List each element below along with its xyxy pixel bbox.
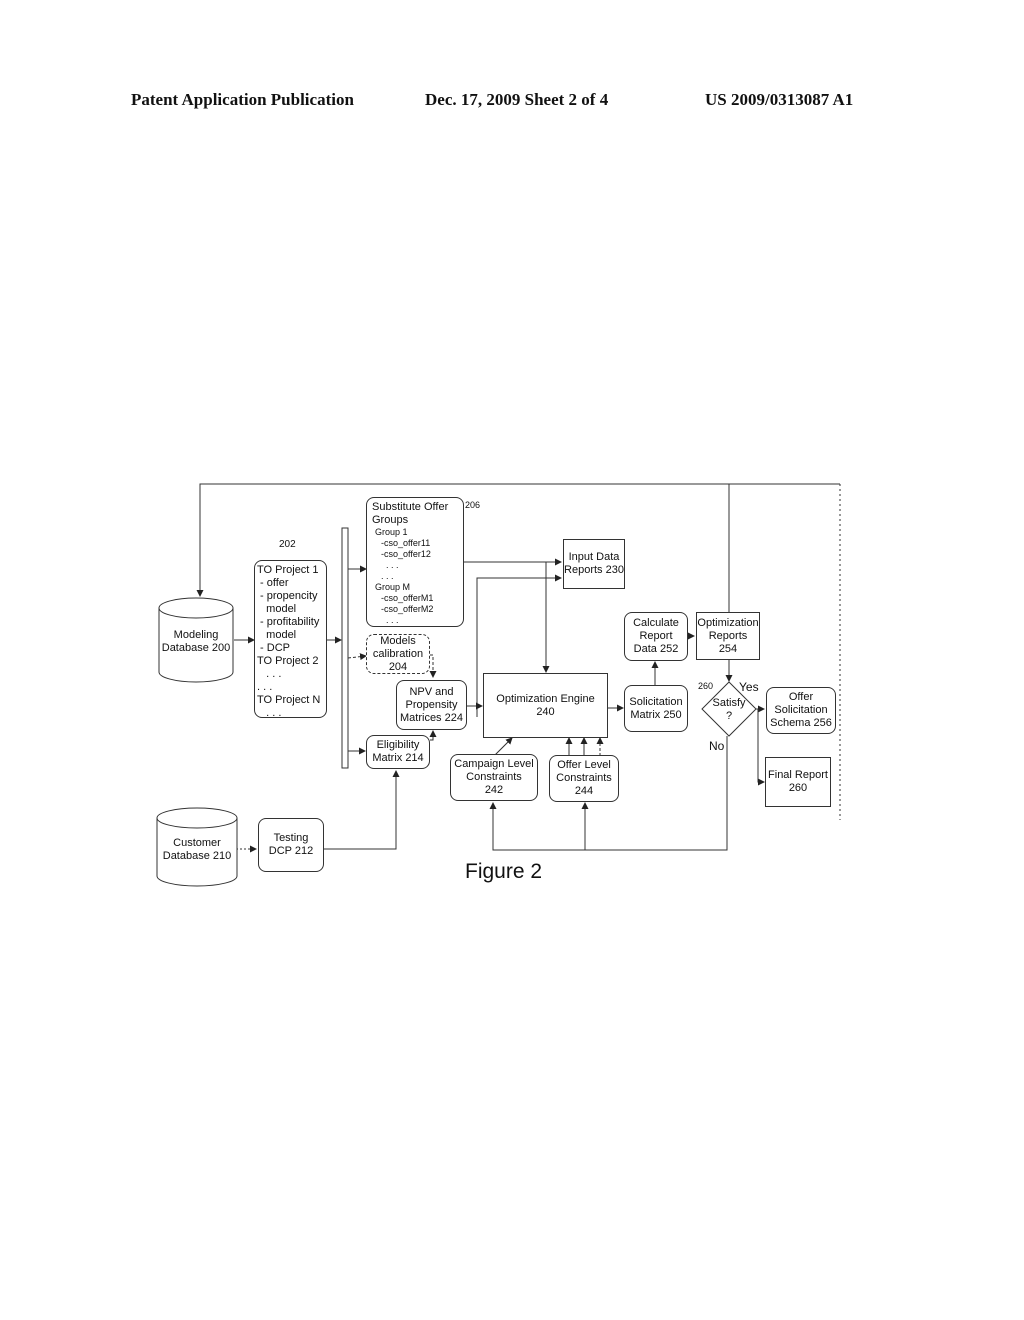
final-report-line: 260 [788, 782, 808, 794]
solicitation-line: Solicitation [629, 695, 683, 708]
to-project-line: TO Project N [257, 694, 321, 706]
eligibility-line: Eligibility [376, 739, 420, 751]
substitute-line: . . . [386, 560, 399, 570]
calibration-line: calibration [372, 647, 424, 660]
to-project-line: - offer [257, 577, 289, 589]
substitute-line: -cso_offer12 [381, 549, 431, 559]
schema-line: Offer [788, 691, 814, 703]
testing-line: DCP 212 [268, 845, 314, 857]
eligibility-matrix-box[interactable]: Eligibility Matrix 214 [366, 735, 430, 769]
customer-db-line: Database 210 [162, 850, 232, 862]
solicitation-matrix-box[interactable]: Solicitation Matrix 250 [624, 685, 688, 732]
npv-line: NPV and [409, 685, 454, 698]
npv-line: Matrices 224 [400, 711, 463, 724]
to-project-line: . . . [257, 707, 282, 719]
to-project-line: model [257, 603, 297, 615]
to-project-line: - DCP [257, 642, 290, 654]
opt-reports-line: Reports [708, 629, 748, 642]
campaign-line: Campaign Level [454, 758, 534, 770]
input-data-line: Input Data [568, 551, 620, 563]
figure-caption: Figure 2 [465, 860, 543, 883]
final-report-box[interactable]: Final Report 260 [765, 757, 831, 807]
arrow-testing-to-eligibility [324, 770, 400, 850]
satisfy-line: ? [725, 710, 733, 722]
schema-line: Schema 256 [770, 717, 832, 729]
customer-db-line: Customer [173, 837, 221, 849]
substitute-line: -cso_offer11 [381, 538, 431, 548]
campaign-level-constraints-box[interactable]: Campaign Level Constraints 242 [450, 754, 538, 801]
optimization-reports-box[interactable]: Optimization Reports 254 [696, 612, 760, 660]
calculate-line: Calculate [633, 617, 679, 629]
npv-line: Propensity [405, 698, 458, 711]
customer-database: Customer Database 210 [157, 830, 237, 870]
models-calibration-box[interactable]: Models calibration 204 [366, 634, 430, 674]
to-project-line: model [257, 629, 297, 641]
solicitation-line: Matrix 250 [630, 708, 682, 721]
substitute-line: -cso_offerM2 [381, 604, 434, 614]
ref-206: 206 [465, 500, 481, 510]
substitute-line: Groups [372, 514, 409, 526]
substitute-line: Group 1 [375, 527, 408, 537]
to-project-line: . . . [257, 681, 273, 693]
substitute-line: -cso_offerM1 [381, 593, 434, 603]
to-project-line: TO Project 2 [257, 655, 319, 667]
eligibility-line: Matrix 214 [372, 752, 424, 764]
to-project-line: - profitability [257, 616, 320, 628]
opt-reports-line: Optimization [697, 616, 759, 629]
schema-line: Solicitation [774, 704, 828, 716]
to-projects-box[interactable]: TO Project 1 - offer - propencity model … [254, 560, 327, 719]
offer-constraints-line: 244 [574, 785, 594, 797]
satisfy-decision[interactable]: Satisfy ? [707, 697, 751, 723]
final-report-line: Final Report [768, 769, 828, 781]
satisfy-line: Satisfy [712, 697, 746, 709]
opt-reports-line: 254 [718, 642, 738, 655]
modeling-db-line: Database 200 [161, 642, 231, 654]
arrow-bus-to-calibration [347, 653, 367, 661]
to-project-line: - propencity [257, 590, 318, 602]
substitute-line: . . . [386, 615, 399, 625]
no-label: No [709, 739, 725, 753]
optimization-engine-box[interactable]: Optimization Engine 240 [483, 673, 608, 738]
arrow-calibration-to-npv [429, 654, 437, 678]
substitute-line: Substitute Offer [372, 501, 449, 513]
diagram-connectors [156, 483, 841, 887]
to-project-line: TO Project 1 [257, 564, 319, 576]
calibration-line: Models [380, 634, 416, 647]
arrow-eligibility-to-npv [429, 730, 437, 741]
offer-solicitation-schema-box[interactable]: Offer Solicitation Schema 256 [766, 687, 836, 734]
to-project-line: . . . [257, 668, 282, 680]
distribution-bus [341, 527, 349, 769]
offer-level-constraints-box[interactable]: Offer Level Constraints 244 [549, 755, 619, 802]
input-data-reports-box[interactable]: Input Data Reports 230 [563, 539, 625, 589]
campaign-line: 242 [484, 784, 504, 796]
calibration-line: 204 [388, 660, 408, 673]
yes-label: Yes [739, 680, 759, 694]
modeling-database: Modeling Database 200 [159, 622, 233, 662]
offer-constraints-line: Offer Level [557, 759, 611, 771]
offer-constraints-line: Constraints [556, 772, 612, 784]
ref-202: 202 [279, 539, 296, 550]
substitute-offer-groups-box[interactable]: Substitute Offer Groups Group 1 -cso_off… [366, 497, 464, 627]
npv-propensity-matrices-box[interactable]: NPV and Propensity Matrices 224 [396, 680, 467, 730]
engine-line: Optimization Engine [496, 692, 595, 705]
arrow-satisfy-to-final [757, 709, 765, 786]
testing-line: Testing [273, 832, 309, 844]
substitute-line: . . . [381, 571, 394, 581]
calculate-line: Report [639, 630, 673, 642]
modeling-db-line: Modeling [173, 629, 219, 641]
testing-dcp-box[interactable]: Testing DCP 212 [258, 818, 324, 872]
campaign-line: Constraints [466, 771, 522, 783]
ref-260-decision: 260 [698, 681, 714, 691]
calculate-line: Data 252 [633, 643, 679, 655]
substitute-line: Group M [375, 582, 411, 592]
input-data-line: Reports 230 [564, 564, 624, 576]
calculate-report-data-box[interactable]: Calculate Report Data 252 [624, 612, 688, 661]
engine-line: 240 [536, 705, 555, 718]
